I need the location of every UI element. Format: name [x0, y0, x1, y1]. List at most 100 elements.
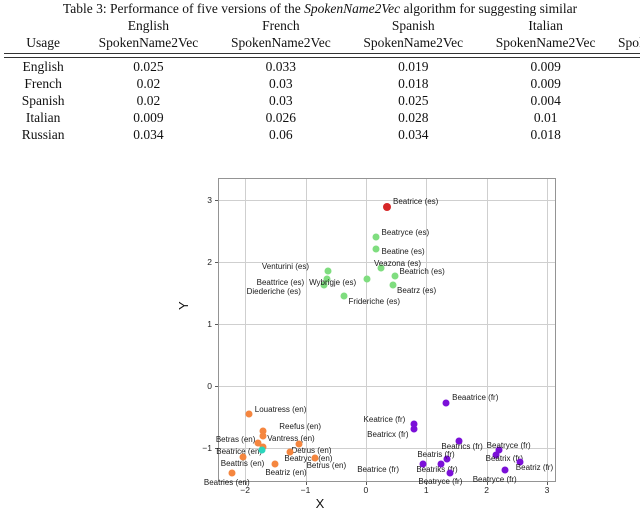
y-tick-mark	[215, 261, 218, 263]
cell-truncated	[612, 92, 640, 109]
cell-value: 0.025	[398, 93, 429, 108]
scatter-point-label: Beatris (fr)	[417, 450, 455, 460]
y-tick-mark	[215, 323, 218, 325]
gridline-horizontal	[219, 385, 555, 387]
table-row: Italian 0.009 0.026 0.028 0.01	[4, 109, 640, 126]
scatter-point-label: Diederiche (es)	[246, 287, 301, 297]
scatter-point-label: Vantress (en)	[267, 434, 315, 444]
cell-truncated	[612, 109, 640, 126]
scatter-point	[271, 460, 279, 468]
x-tick-label: 1	[423, 485, 429, 495]
cell-value: 0.028	[398, 110, 429, 125]
scatter-point-label: Beattris (en)	[220, 458, 265, 468]
header-top-italian: Italian	[528, 18, 563, 33]
scatter-point	[442, 399, 450, 407]
performance-table-block: Table 3: Performance of five versions of…	[0, 0, 640, 143]
header-top-0	[4, 17, 82, 34]
scatter-point-label: Beatrich (es)	[399, 267, 445, 277]
y-tick-label: 2	[207, 256, 212, 267]
scatter-point-label: Louatress (en)	[254, 404, 307, 414]
cell-value: 0.02	[136, 93, 161, 108]
header-top-french: French	[262, 18, 300, 33]
cell-value: 0.03	[269, 76, 293, 91]
x-tick-label: −1	[300, 485, 311, 495]
y-tick-label: 1	[207, 318, 212, 329]
scatter-point-label: Beatrice (fr)	[357, 465, 399, 474]
scatter-point-label: Beatriz (en)	[265, 468, 307, 477]
cell-value: 0.009	[530, 76, 561, 91]
scatter-point-label: Beatryce (es)	[381, 227, 430, 237]
scatter-point	[419, 460, 427, 468]
header-top-5	[612, 17, 640, 34]
y-axis-label: Y	[176, 301, 191, 310]
cell-value: 0.034	[398, 127, 429, 142]
gridline-vertical	[546, 179, 548, 481]
table-row: English 0.025 0.033 0.019 0.009	[4, 58, 640, 76]
y-tick-label: 3	[207, 194, 212, 205]
table-caption: Table 3: Performance of five versions of…	[0, 0, 640, 17]
y-tick-mark	[215, 385, 218, 387]
cell-value: 0.018	[530, 127, 561, 142]
table-header-bottom-row: Usage SpokenName2Vec SpokenName2Vec Spok…	[4, 34, 640, 51]
scatter-point	[383, 203, 391, 212]
performance-table-body: English 0.025 0.033 0.019 0.009 French 0.02 0.0…	[4, 58, 640, 144]
scatter-point	[245, 410, 253, 418]
x-axis-label: X	[315, 496, 325, 511]
scatter-point-label: Beatryce (fr)	[486, 441, 531, 451]
header-top-spanish: Spanish	[391, 18, 435, 33]
table-header-top-row: English French Spanish Italian	[4, 17, 640, 34]
scatter-point	[391, 272, 399, 280]
scatter-plot: −2 −1 0 1 2 3 −1 0 1 2 3 X Y Beatrice (es) Beatryce…	[0, 160, 640, 521]
gridline-vertical	[486, 179, 488, 481]
gridline-horizontal	[219, 323, 555, 325]
scatter-point-label: Beatine (es)	[381, 246, 425, 256]
scatter-point	[340, 292, 348, 300]
cell-usage: French	[24, 76, 62, 91]
caption-pre: Table 3: Performance of five versions of…	[62, 1, 305, 16]
x-tick-label: 2	[484, 485, 489, 495]
header-english-model: SpokenName2Vec	[98, 35, 199, 50]
cell-value: 0.026	[265, 110, 297, 125]
scatter-point	[501, 466, 509, 474]
cell-truncated	[612, 75, 640, 92]
scatter-point	[258, 446, 266, 454]
scatter-point	[389, 281, 397, 289]
cell-usage: Italian	[25, 110, 61, 125]
scatter-point-label: Beatricx (fr)	[367, 430, 409, 440]
header-top-english: English	[127, 18, 170, 33]
y-tick-label: 0	[207, 380, 212, 391]
scatter-point-label: Beatrz (es)	[397, 285, 437, 295]
scatter-point	[363, 275, 371, 283]
scatter-point	[410, 425, 418, 433]
scatter-point-label: Frideriche (es)	[348, 297, 401, 307]
table-row: French 0.02 0.03 0.018 0.009	[4, 75, 640, 92]
header-french-model: SpokenName2Vec	[230, 35, 331, 50]
scatter-point-label: Venturini (es)	[261, 262, 309, 272]
scatter-point-label: Reefus (en)	[279, 421, 322, 431]
cell-value: 0.018	[398, 76, 429, 91]
cell-value: 0.009	[530, 59, 561, 74]
scatter-point	[228, 469, 236, 477]
cell-value: 0.033	[265, 59, 297, 74]
gridline-vertical	[426, 179, 428, 481]
scatter-point-label: Betrus (en)	[306, 460, 347, 470]
scatter-point-label: Beaatrice (fr)	[452, 392, 499, 402]
caption-algorithm-name: SpokenName2Vec	[304, 1, 401, 16]
scatter-point-label: Beattrice (es)	[256, 278, 305, 288]
cell-truncated	[612, 58, 640, 76]
table-row: Spanish 0.02 0.03 0.025 0.004	[4, 92, 640, 109]
cell-value: 0.01	[533, 110, 558, 125]
caption-post: algorithm for suggesting similar	[400, 1, 578, 16]
cell-value: 0.004	[530, 93, 561, 108]
cell-value: 0.019	[398, 59, 429, 74]
scatter-point-label: Wybrigje (es)	[309, 278, 357, 288]
header-spanish-model: SpokenName2Vec	[363, 35, 464, 50]
cell-value: 0.06	[269, 127, 293, 142]
scatter-point	[372, 245, 380, 253]
table-row: Russian 0.034 0.06 0.034 0.018	[4, 126, 640, 143]
header-truncated-model: Spok	[618, 35, 640, 50]
scatter-point	[324, 267, 332, 275]
cell-usage: Spanish	[21, 93, 65, 108]
header-italian-model: SpokenName2Vec	[495, 35, 596, 50]
scatter-point-label: Beatryce (fr)	[472, 474, 517, 484]
